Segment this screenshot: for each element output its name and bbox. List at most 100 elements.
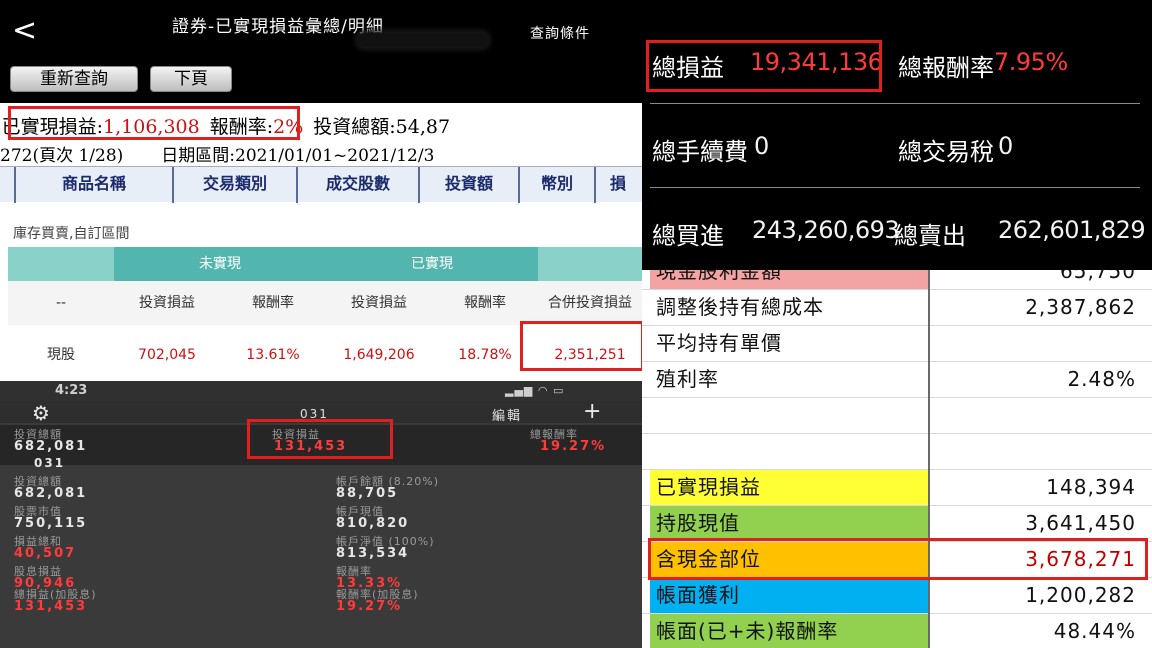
- summary-line: ‹已實現損益:1,106,308報酬率:2%投資總額:54,87: [0, 112, 642, 139]
- status-time: 4:23: [55, 383, 88, 398]
- sheet-value: 2.48%: [1067, 367, 1136, 391]
- back-arrow-icon[interactable]: <: [12, 14, 37, 48]
- page-date-line: 272(頁次 1/28) 日期區間:2021/01/01~2021/12/3: [0, 141, 642, 166]
- column-edge: [0, 167, 16, 203]
- sheet-label: 調整後持有總成本: [656, 295, 824, 319]
- column-header[interactable]: 成交股數: [298, 167, 420, 203]
- stat-value: 750,115: [14, 516, 88, 531]
- buy-value: 243,260,693: [752, 216, 900, 244]
- stat-value: 131,453: [14, 599, 88, 614]
- next-page-button[interactable]: 下頁: [150, 66, 232, 92]
- sub-header: --: [55, 295, 67, 311]
- sheet-value: 148,394: [1046, 475, 1136, 499]
- realized-pl-value: 1,106,308: [103, 116, 200, 138]
- return-value: 2%: [273, 116, 304, 138]
- sheet-row: [642, 398, 1152, 434]
- realized-pl-label: 已實現損益:: [1, 116, 104, 138]
- page-info: 272(頁次 1/28): [0, 146, 124, 166]
- sell-label: 總賣出: [894, 222, 966, 250]
- table-row: 現股 702,045 13.61% 1,649,206 18.78% 2,351…: [8, 333, 642, 377]
- total-return-label: 總報酬率: [898, 54, 994, 82]
- total-pl-value: 19,341,136: [750, 48, 883, 76]
- portfolio-app-screen: 4:23 ▂▄▆ ◠ ▭ ⚙ 031 編輯 + 投資總額 682,081 投資損…: [0, 381, 642, 648]
- sheet-row: 殖利率 2.48%: [642, 362, 1152, 398]
- sub-header: 報酬率: [252, 295, 294, 311]
- combined-pl-cell: 2,351,251: [554, 347, 626, 363]
- sheet-label: 平均持有單價: [656, 331, 782, 355]
- sheet-row: 含現金部位 3,678,271: [642, 542, 1152, 578]
- stat-value: 88,705: [336, 486, 399, 501]
- sub-header: 投資損益: [139, 295, 195, 311]
- total-return-value: 19.27%: [540, 439, 607, 454]
- sheet-label: [650, 398, 928, 433]
- sheet-label: 持股現值: [650, 506, 928, 541]
- return-label: 報酬率:: [209, 116, 274, 138]
- tax-value: 0: [998, 132, 1013, 160]
- sheet-row: 現金股利金額 65,750: [642, 270, 1152, 290]
- stat-value: 682,081: [14, 486, 88, 501]
- sheet-label: 現金股利金額: [650, 270, 928, 289]
- sheet-value: [930, 398, 1140, 433]
- buy-label: 總買進: [652, 222, 724, 250]
- group-header-unrealized: 未實現: [114, 247, 326, 281]
- sheet-value: 1,200,282: [1025, 583, 1136, 607]
- group-header-blank: [8, 247, 114, 281]
- stat-value: 40,507: [14, 546, 77, 561]
- column-header[interactable]: 商品名稱: [16, 167, 174, 203]
- unrealized-pl-cell: 702,045: [138, 347, 196, 363]
- sheet-row: 帳面獲利 1,200,282: [642, 578, 1152, 614]
- divider: [650, 103, 1140, 104]
- column-header[interactable]: 幣別: [520, 167, 596, 203]
- sheet-row: 已實現損益 148,394: [642, 470, 1152, 506]
- sheet-label: 帳面獲利: [650, 578, 928, 613]
- realized-pl-screen: < 證券-已實現損益彙總/明細 查詢條件 重新查詢 下頁 ‹已實現損益:1,10…: [0, 0, 642, 205]
- refresh-query-button[interactable]: 重新查詢: [10, 66, 138, 92]
- realized-pl-cell: 1,649,206: [343, 347, 415, 363]
- sheet-value: [930, 326, 1140, 361]
- account-title: 031: [300, 407, 329, 421]
- column-divider: [928, 270, 930, 648]
- cost-value: 682,081: [14, 439, 88, 454]
- column-header[interactable]: 損: [596, 167, 640, 203]
- status-icons: ▂▄▆ ◠ ▭: [505, 384, 565, 397]
- sheet-row: 調整後持有總成本 2,387,862: [642, 290, 1152, 326]
- sheet-row: 帳面(已+未)報酬率 48.44%: [642, 614, 1152, 648]
- unrealized-return-cell: 13.61%: [246, 347, 300, 363]
- stat-value: 813,534: [336, 546, 410, 561]
- total-return-value: 7.95%: [994, 48, 1068, 76]
- sheet-label: [650, 434, 928, 469]
- sheet-label: 已實現損益: [650, 470, 928, 505]
- sell-value: 262,601,829: [998, 216, 1146, 244]
- group-header-row: 未實現 已實現: [8, 247, 642, 281]
- sub-account: 031: [34, 456, 66, 470]
- sheet-row: 平均持有單價: [642, 326, 1152, 362]
- pl-value: 131,453: [274, 439, 348, 454]
- table-header: 商品名稱 交易類別 成交股數 投資額 幣別 損: [0, 166, 642, 203]
- spreadsheet-panel: 現金股利金額 65,750 調整後持有總成本 2,387,862 平均持有單價 …: [642, 270, 1152, 648]
- sheet-value: 2,387,862: [1025, 295, 1136, 319]
- column-header[interactable]: 交易類別: [174, 167, 298, 203]
- column-header[interactable]: 投資額: [420, 167, 520, 203]
- fee-value: 0: [754, 132, 769, 160]
- stat-value: 810,820: [336, 516, 410, 531]
- page-title: 證券-已實現損益彙總/明細: [172, 17, 384, 37]
- gear-icon[interactable]: ⚙: [32, 403, 50, 423]
- inventory-pl-table: 庫存買賣,自訂區間 未實現 已實現 -- 投資損益 報酬率 投資損益 報酬率 合…: [0, 205, 642, 381]
- group-header-realized: 已實現: [326, 247, 538, 281]
- sheet-value: 48.44%: [1053, 619, 1136, 643]
- table-caption: 庫存買賣,自訂區間: [13, 226, 130, 242]
- sub-header: 合併投資損益: [548, 295, 632, 311]
- edit-button[interactable]: 編輯: [492, 405, 522, 424]
- sheet-row: 持股現值 3,641,450: [642, 506, 1152, 542]
- sheet-row: [642, 434, 1152, 470]
- sheet-label: 帳面(已+未)報酬率: [650, 614, 928, 648]
- sheet-label: 含現金部位: [650, 542, 928, 577]
- query-conditions-link[interactable]: 查詢條件: [530, 23, 590, 43]
- plus-icon[interactable]: +: [583, 401, 601, 423]
- sheet-label: 殖利率: [656, 367, 719, 391]
- sheet-value: 3,678,271: [1025, 547, 1136, 571]
- row-label: 現股: [47, 347, 75, 363]
- sub-header-row: -- 投資損益 報酬率 投資損益 報酬率 合併投資損益: [8, 281, 642, 325]
- redaction-mark: [358, 33, 488, 47]
- sub-header: 投資損益: [351, 295, 407, 311]
